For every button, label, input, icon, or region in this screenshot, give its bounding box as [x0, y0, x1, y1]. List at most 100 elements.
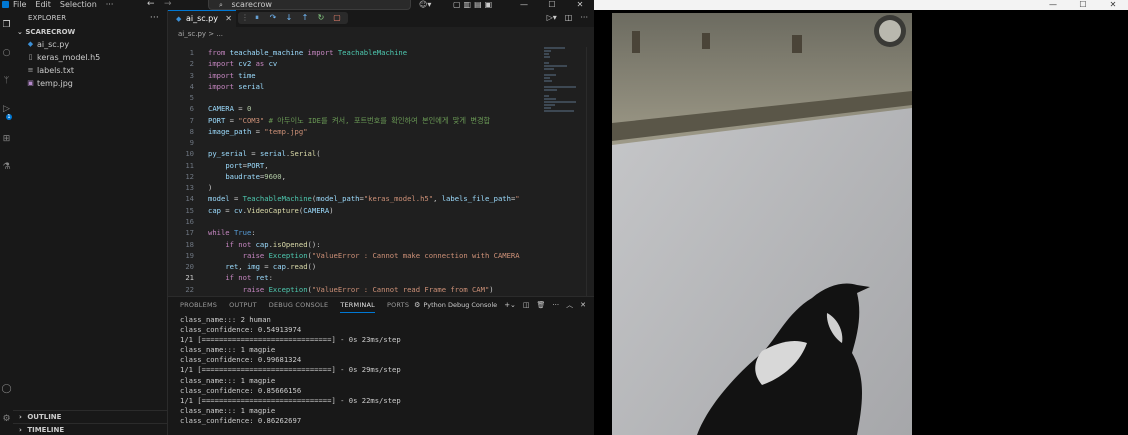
pause-icon[interactable]: ⏸: [249, 12, 265, 24]
step-over-icon[interactable]: ↷: [265, 12, 281, 24]
tab-debug-console[interactable]: DEBUG CONSOLE: [269, 297, 329, 313]
close-tab-icon[interactable]: ✕: [225, 11, 232, 26]
file-name: labels.txt: [37, 66, 75, 75]
command-center[interactable]: ⌕ scarecrow: [208, 0, 411, 10]
python-file-icon: ◆: [27, 40, 34, 48]
code-line[interactable]: 22 raise Exception("ValueError : Cannot …: [168, 284, 594, 295]
code-line[interactable]: 17 while True:: [168, 227, 594, 238]
code-line[interactable]: 1 from teachable_machine import Teachable…: [168, 47, 594, 58]
line-text: ret, img = cap.read(): [225, 262, 317, 272]
tab-output[interactable]: OUTPUT: [229, 297, 257, 313]
tab-terminal[interactable]: TERMINAL: [340, 298, 375, 313]
workspace-folder[interactable]: ⌄ SCARECROW: [13, 26, 167, 38]
code-line[interactable]: 16: [168, 216, 594, 227]
line-number: 11: [185, 160, 194, 170]
split-terminal-icon[interactable]: ◫: [523, 297, 530, 313]
explorer-header: EXPLORER ···: [13, 10, 167, 26]
forward-arrow-icon[interactable]: →: [164, 0, 172, 9]
terminal-line: class_name::: 2 human: [180, 315, 271, 324]
code-line[interactable]: 15 cap = cv.VideoCapture(CAMERA): [168, 205, 594, 216]
code-line[interactable]: 3 import time: [168, 70, 594, 81]
breadcrumb[interactable]: ai_sc.py > ...: [178, 28, 223, 40]
minimap-line: [544, 77, 550, 79]
code-line[interactable]: 13): [168, 182, 594, 193]
split-editor-icon[interactable]: ◫: [565, 12, 573, 24]
trash-icon[interactable]: 🗑: [537, 297, 546, 313]
maximize-panel-icon[interactable]: ︿: [566, 297, 573, 313]
account-icon[interactable]: ◯: [1, 384, 12, 395]
copilot-icon[interactable]: ☺▾: [419, 0, 431, 10]
code-line[interactable]: 7 PORT = "COM3" # 아두이노 IDE를 켜서, 포트번호를 확인하…: [168, 115, 594, 126]
outline-section[interactable]: › OUTLINE: [13, 410, 168, 422]
minimap-line: [544, 98, 556, 100]
back-arrow-icon[interactable]: ←: [147, 0, 155, 9]
testing-icon[interactable]: ⚗: [1, 162, 12, 173]
file-item[interactable]: ▣ temp.jpg: [13, 77, 167, 90]
step-into-icon[interactable]: ↓: [281, 12, 297, 24]
code-line[interactable]: 19 raise Exception("ValueError : Cannot …: [168, 250, 594, 261]
file-item[interactable]: ◆ ai_sc.py: [13, 38, 167, 51]
code-line[interactable]: 14 model = TeachableMachine(model_path="k…: [168, 193, 594, 204]
explorer-icon[interactable]: ❐: [1, 20, 12, 31]
tab-ai-sc-py[interactable]: ◆ ai_sc.py ✕: [168, 10, 236, 27]
menu-file[interactable]: File: [13, 0, 26, 10]
tab-ports[interactable]: PORTS: [387, 297, 409, 313]
tab-problems[interactable]: PROBLEMS: [180, 297, 217, 313]
camera-title-bar: — ☐ ✕: [594, 0, 1128, 10]
code-line[interactable]: 8 image_path = "temp.jpg": [168, 126, 594, 137]
terminal-line: class_name::: 1 magpie: [180, 375, 276, 385]
minimap[interactable]: [544, 47, 578, 112]
maximize-icon[interactable]: ☐: [538, 0, 566, 10]
code-line[interactable]: 2 import cv2 as cv: [168, 58, 594, 69]
terminal-line: 1/1 [==============================] - 0…: [180, 395, 401, 405]
extensions-icon[interactable]: ⊞: [1, 134, 12, 145]
code-line[interactable]: 9: [168, 137, 594, 148]
terminal-name[interactable]: Python Debug Console: [423, 297, 497, 313]
run-icon[interactable]: ▷▾: [547, 12, 557, 24]
file-item[interactable]: ▯ keras_model.h5: [13, 51, 167, 64]
activity-bar: ❐ ○ ᛘ ▷ 1 ⊞ ⚗ ◯ ⚙: [0, 10, 13, 435]
close-panel-icon[interactable]: ✕: [580, 297, 586, 313]
scrollbar[interactable]: [586, 47, 594, 296]
step-out-icon[interactable]: ↑: [297, 12, 313, 24]
layout-icons[interactable]: ▢▥▤▣: [453, 0, 495, 10]
chevron-right-icon: ›: [19, 426, 22, 434]
menu-selection[interactable]: Selection: [60, 0, 97, 10]
more-actions-icon[interactable]: ···: [150, 13, 159, 23]
code-line[interactable]: 20 ret, img = cap.read(): [168, 261, 594, 272]
terminal-output[interactable]: class_name::: 2 human class_confidence: 0…: [180, 315, 401, 426]
line-number: 21: [185, 273, 194, 283]
menu-edit[interactable]: Edit: [35, 0, 51, 10]
minimize-icon[interactable]: —: [1038, 0, 1068, 10]
source-control-icon[interactable]: ᛘ: [1, 76, 12, 87]
menu-more[interactable]: ···: [106, 0, 114, 10]
file-item[interactable]: ≡ labels.txt: [13, 64, 167, 77]
line-text: import cv2 as cv: [208, 59, 278, 69]
code-editor[interactable]: 1 from teachable_machine import Teachable…: [168, 47, 594, 295]
timeline-section[interactable]: › TIMELINE: [13, 423, 168, 435]
code-line[interactable]: 21 if not ret:: [168, 272, 594, 283]
code-line[interactable]: 4 import serial: [168, 81, 594, 92]
new-terminal-icon[interactable]: +⌄: [504, 297, 516, 313]
close-window-icon[interactable]: ✕: [1098, 0, 1128, 10]
line-number: 18: [185, 239, 194, 249]
code-line[interactable]: 6 CAMERA = 0: [168, 103, 594, 114]
search-icon[interactable]: ○: [1, 48, 12, 59]
settings-gear-icon[interactable]: ⚙: [1, 414, 12, 425]
close-window-icon[interactable]: ✕: [566, 0, 594, 10]
line-number: 3: [189, 70, 194, 80]
code-line[interactable]: 12 baudrate=9600,: [168, 171, 594, 182]
restart-icon[interactable]: ↻: [313, 12, 329, 24]
drag-handle-icon[interactable]: ⋮: [241, 12, 249, 24]
editor-actions: ▷▾ ◫ ···: [547, 12, 588, 24]
chevron-down-icon: ⌄: [17, 28, 23, 36]
code-line[interactable]: 10 py_serial = serial.Serial(: [168, 148, 594, 159]
minimize-icon[interactable]: —: [510, 0, 538, 10]
code-line[interactable]: 11 port=PORT,: [168, 160, 594, 171]
code-line[interactable]: 5: [168, 92, 594, 103]
more-actions-icon[interactable]: ···: [552, 297, 559, 313]
more-actions-icon[interactable]: ···: [580, 12, 588, 24]
code-line[interactable]: 18 if not cap.isOpened():: [168, 239, 594, 250]
maximize-icon[interactable]: ☐: [1068, 0, 1098, 10]
stop-icon[interactable]: ▢: [329, 12, 345, 24]
